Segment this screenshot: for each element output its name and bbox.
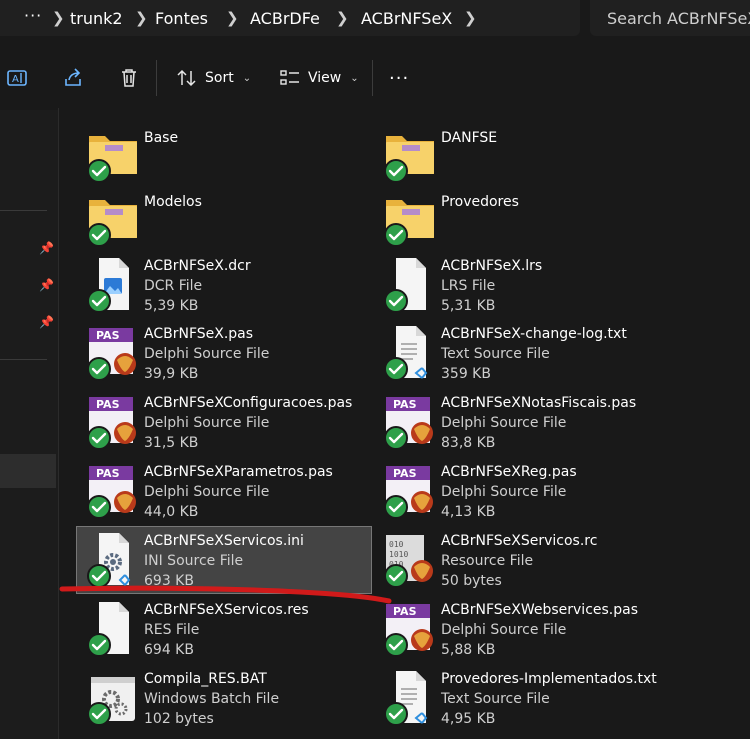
red-annotation-underline (59, 585, 392, 604)
